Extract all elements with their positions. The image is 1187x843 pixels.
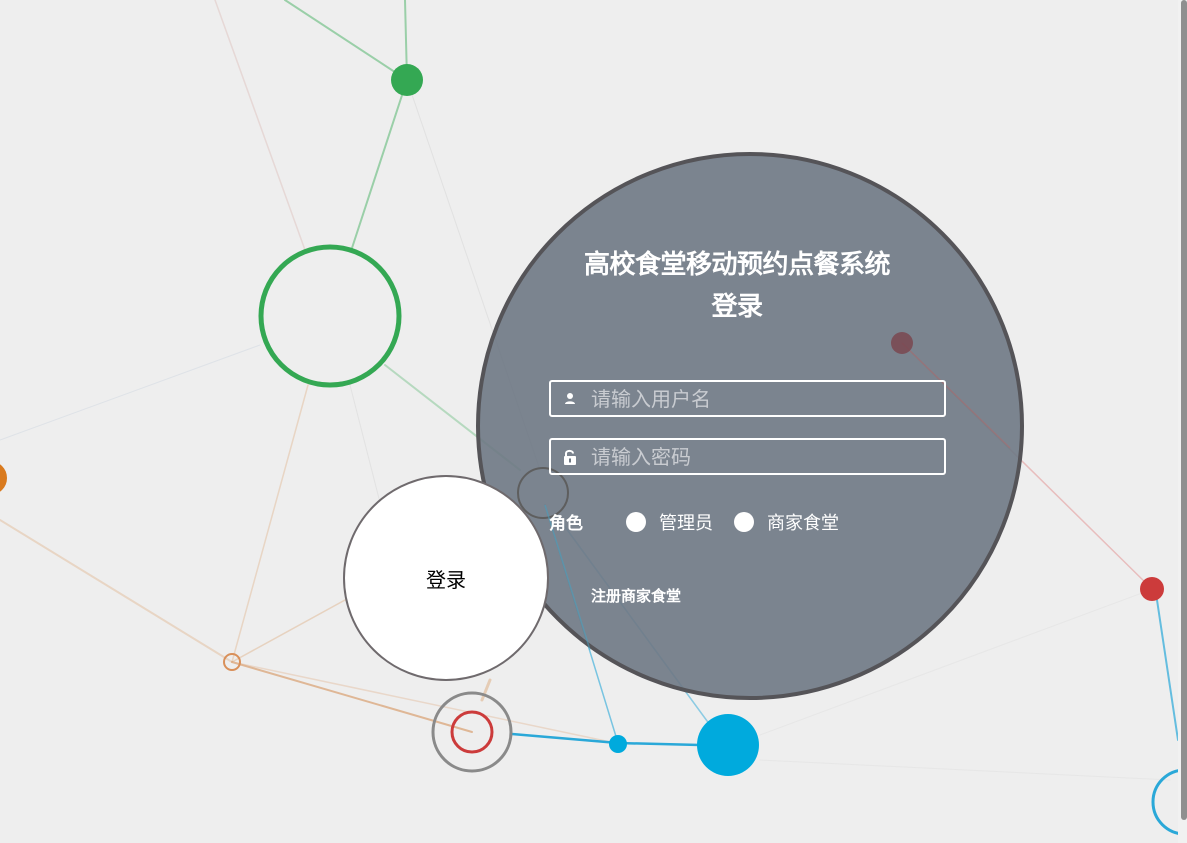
- page-background: 高校食堂移动预约点餐系统登录 角色 管理员 商家食堂 注册商家食堂 登录: [0, 0, 1187, 843]
- role-radio-merchant-label[interactable]: 商家食堂: [767, 509, 839, 535]
- role-radio-admin[interactable]: [626, 512, 646, 532]
- page-title: 高校食堂移动预约点餐系统登录: [583, 250, 891, 322]
- login-button[interactable]: 登录: [343, 475, 549, 681]
- scrollbar-thumb[interactable]: [1181, 0, 1187, 820]
- role-radio-admin-label[interactable]: 管理员: [659, 509, 713, 535]
- user-icon: [565, 393, 575, 404]
- username-input[interactable]: [591, 382, 941, 415]
- register-merchant-link[interactable]: 注册商家食堂: [591, 585, 681, 606]
- role-label: 角色: [549, 514, 583, 534]
- username-field[interactable]: [549, 380, 946, 417]
- lock-icon: [564, 449, 576, 465]
- role-radio-merchant[interactable]: [734, 512, 754, 532]
- password-field[interactable]: [549, 438, 946, 475]
- login-panel: [476, 152, 1024, 700]
- password-input[interactable]: [591, 440, 941, 473]
